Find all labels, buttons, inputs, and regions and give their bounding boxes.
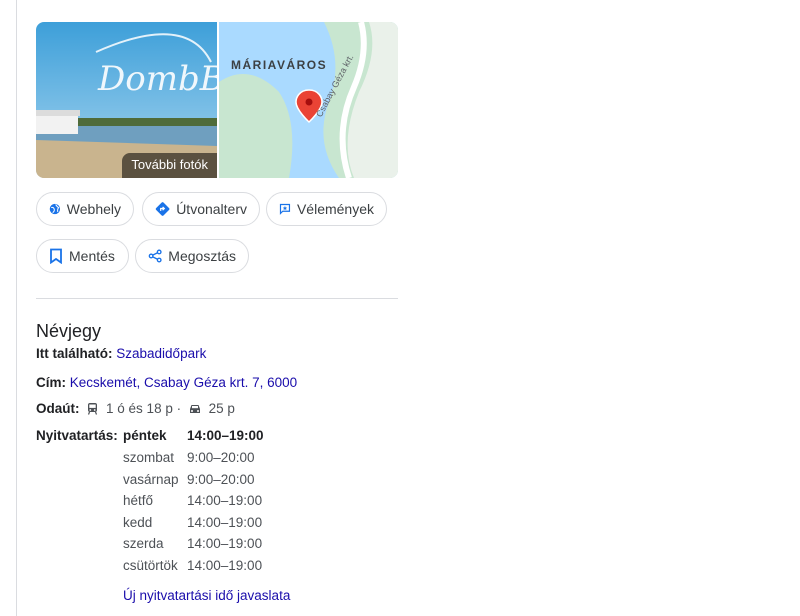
section-divider [36, 298, 398, 299]
hours-day: szombat [123, 450, 175, 465]
bookmark-icon [50, 248, 62, 264]
located-link[interactable]: Szabadidőpark [116, 346, 206, 361]
hours-time: 14:00–19:00 [187, 493, 263, 508]
route-label: Útvonalterv [176, 201, 247, 217]
photo-watermark: DombB [97, 59, 217, 99]
car-time[interactable]: 25 p [209, 401, 235, 416]
map-district-label: MÁRIAVÁROS [231, 58, 328, 72]
suggest-hours-link[interactable]: Új nyitvatartási idő javaslata [123, 588, 290, 603]
located-label: Itt található: [36, 346, 113, 361]
address-row: Cím: Kecskemét, Csabay Géza krt. 7, 6000 [36, 375, 297, 390]
hours-day: szerda [123, 536, 164, 551]
address-label: Cím: [36, 375, 66, 390]
globe-icon [49, 203, 61, 215]
save-button[interactable]: Mentés [36, 239, 129, 273]
route-time-row: Odaút: 1 ó és 18 p · 25 p [36, 401, 235, 416]
hours-day: péntek [123, 428, 167, 443]
transit-icon [88, 403, 98, 415]
reviews-button[interactable]: Vélemények [266, 192, 387, 226]
route-button[interactable]: Útvonalterv [142, 192, 260, 226]
hours-day: csütörtök [123, 558, 178, 573]
about-title: Névjegy [36, 321, 102, 341]
located-in-row: Itt található: Szabadidőpark [36, 346, 206, 361]
share-button[interactable]: Megosztás [135, 239, 249, 273]
car-icon [189, 405, 200, 413]
route-separator: · [176, 401, 182, 416]
hours-time: 14:00–19:00 [187, 515, 263, 530]
hours-time: 9:00–20:00 [187, 450, 255, 465]
left-border [16, 0, 17, 616]
hours-day: kedd [123, 515, 153, 530]
website-label: Webhely [66, 201, 121, 217]
reviews-label: Vélemények [296, 201, 374, 217]
place-photo[interactable]: DombB További fotók [36, 22, 217, 178]
review-icon [279, 203, 291, 215]
hours-label: Nyitvatartás: [36, 428, 118, 443]
website-button[interactable]: Webhely [36, 192, 134, 226]
hours-time: 9:00–20:00 [187, 472, 255, 487]
hours-time: 14:00–19:00 [187, 558, 263, 573]
directions-icon [155, 202, 170, 216]
hours-time: 14:00–19:00 [187, 428, 264, 443]
share-label: Megosztás [168, 248, 236, 264]
more-photos-label[interactable]: További fotók [122, 153, 217, 178]
transit-time[interactable]: 1 ó és 18 p [106, 401, 173, 416]
share-icon [148, 249, 162, 263]
hours-time: 14:00–19:00 [187, 536, 263, 551]
route-time-label: Odaút: [36, 401, 80, 416]
address-link[interactable]: Kecskemét, Csabay Géza krt. 7, 6000 [70, 375, 297, 390]
map-thumbnail[interactable]: MÁRIAVÁROS Csabay Géza krt. [219, 22, 398, 178]
save-label: Mentés [69, 248, 115, 264]
hours-day: vasárnap [123, 472, 179, 487]
hours-day: hétfő [123, 493, 154, 508]
